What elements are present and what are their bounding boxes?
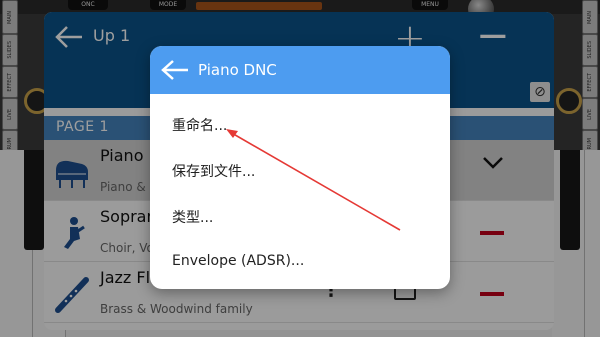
menu-item-label: 类型... (172, 210, 214, 226)
instrument-context-menu: Piano DNC 重命名... 保存到文件... 类型... Envelope… (150, 46, 450, 289)
menu-item-rename[interactable]: 重命名... (150, 101, 450, 149)
back-arrow-icon[interactable] (160, 58, 190, 82)
menu-title: Piano DNC (198, 61, 277, 79)
menu-item-save-to-file[interactable]: 保存到文件... (150, 147, 450, 195)
menu-item-envelope[interactable]: Envelope (ADSR)... (150, 239, 450, 287)
menu-item-label: Envelope (ADSR)... (172, 253, 305, 269)
menu-item-label: 保存到文件... (172, 164, 256, 180)
menu-item-type[interactable]: 类型... (150, 193, 450, 241)
menu-header: Piano DNC (150, 46, 450, 94)
menu-item-label: 重命名... (172, 118, 228, 134)
